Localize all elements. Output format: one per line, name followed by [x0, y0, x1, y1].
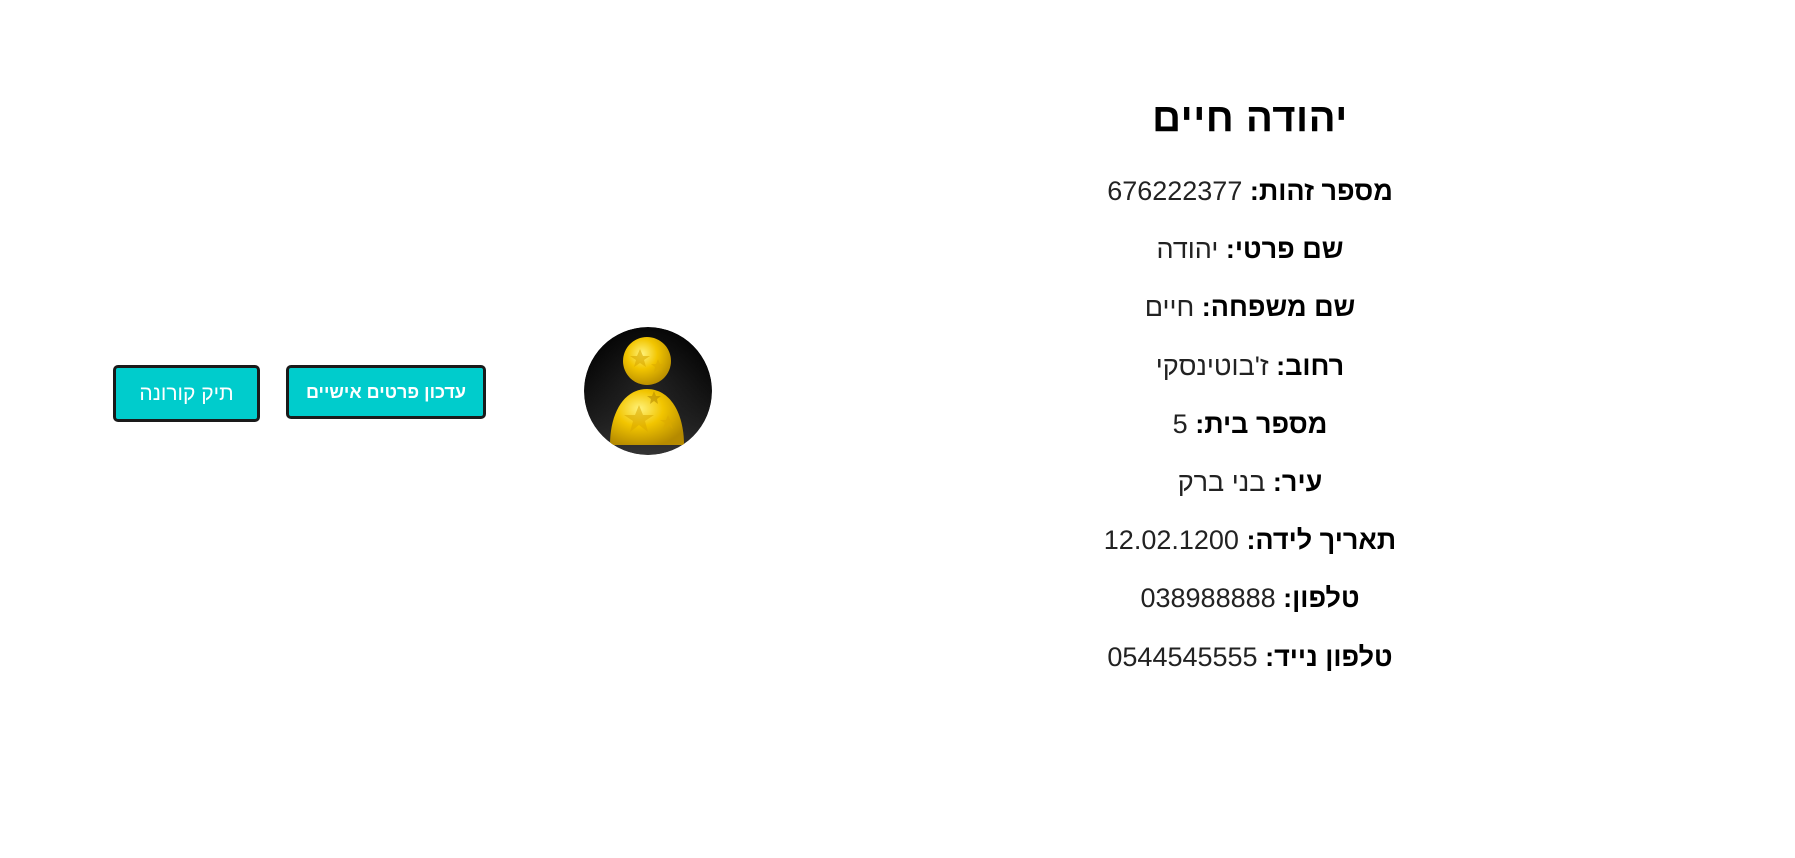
detail-label: מספר זהות:	[1249, 176, 1393, 206]
detail-row-last-name: שם משפחה: חיים	[1010, 278, 1490, 336]
detail-label: עיר:	[1272, 466, 1323, 497]
detail-row-first-name: שם פרטי: יהודה	[1010, 220, 1490, 278]
corona-file-button[interactable]: תיק קורונה	[113, 365, 260, 422]
detail-row-street: רחוב: ז'בוטינסקי	[1010, 337, 1490, 395]
detail-label: טלפון:	[1283, 583, 1360, 614]
details-list: מספר זהות: 676222377 שם פרטי: יהודה שם מ…	[1010, 162, 1490, 686]
update-personal-details-button[interactable]: עדכון פרטים אישיים	[286, 365, 486, 419]
detail-value: 0544545555	[1107, 641, 1258, 672]
detail-row-phone: טלפון: 038988888	[1010, 569, 1490, 627]
detail-row-house-number: מספר בית: 5	[1010, 395, 1490, 453]
detail-value: 12.02.1200	[1103, 525, 1239, 556]
detail-row-city: עיר: בני ברק	[1010, 453, 1490, 511]
detail-label: מספר בית:	[1195, 408, 1328, 439]
detail-value: יהודה	[1156, 234, 1219, 265]
detail-value: בני ברק	[1177, 466, 1266, 497]
detail-value: חיים	[1144, 292, 1195, 323]
detail-value: ז'בוטינסקי	[1155, 350, 1269, 381]
detail-label: תאריך לידה:	[1246, 525, 1397, 556]
detail-label: שם פרטי:	[1225, 234, 1344, 265]
detail-value: 676222377	[1107, 176, 1243, 206]
detail-label: שם משפחה:	[1201, 292, 1356, 323]
personal-details-panel: יהודה חיים מספר זהות: 676222377 שם פרטי:…	[1010, 90, 1490, 686]
detail-label: רחוב:	[1276, 350, 1345, 381]
detail-row-birth-date: תאריך לידה: 12.02.1200	[1010, 511, 1490, 569]
detail-value: 038988888	[1140, 583, 1276, 614]
detail-row-id-number: מספר זהות: 676222377	[1010, 162, 1490, 220]
user-avatar-icon	[584, 327, 712, 455]
avatar-graphic	[584, 327, 712, 455]
detail-value: 5	[1172, 408, 1188, 439]
page-title: יהודה חיים	[1152, 96, 1348, 140]
detail-label: טלפון נייד:	[1265, 641, 1393, 672]
detail-row-mobile-phone: טלפון נייד: 0544545555	[1010, 628, 1490, 686]
